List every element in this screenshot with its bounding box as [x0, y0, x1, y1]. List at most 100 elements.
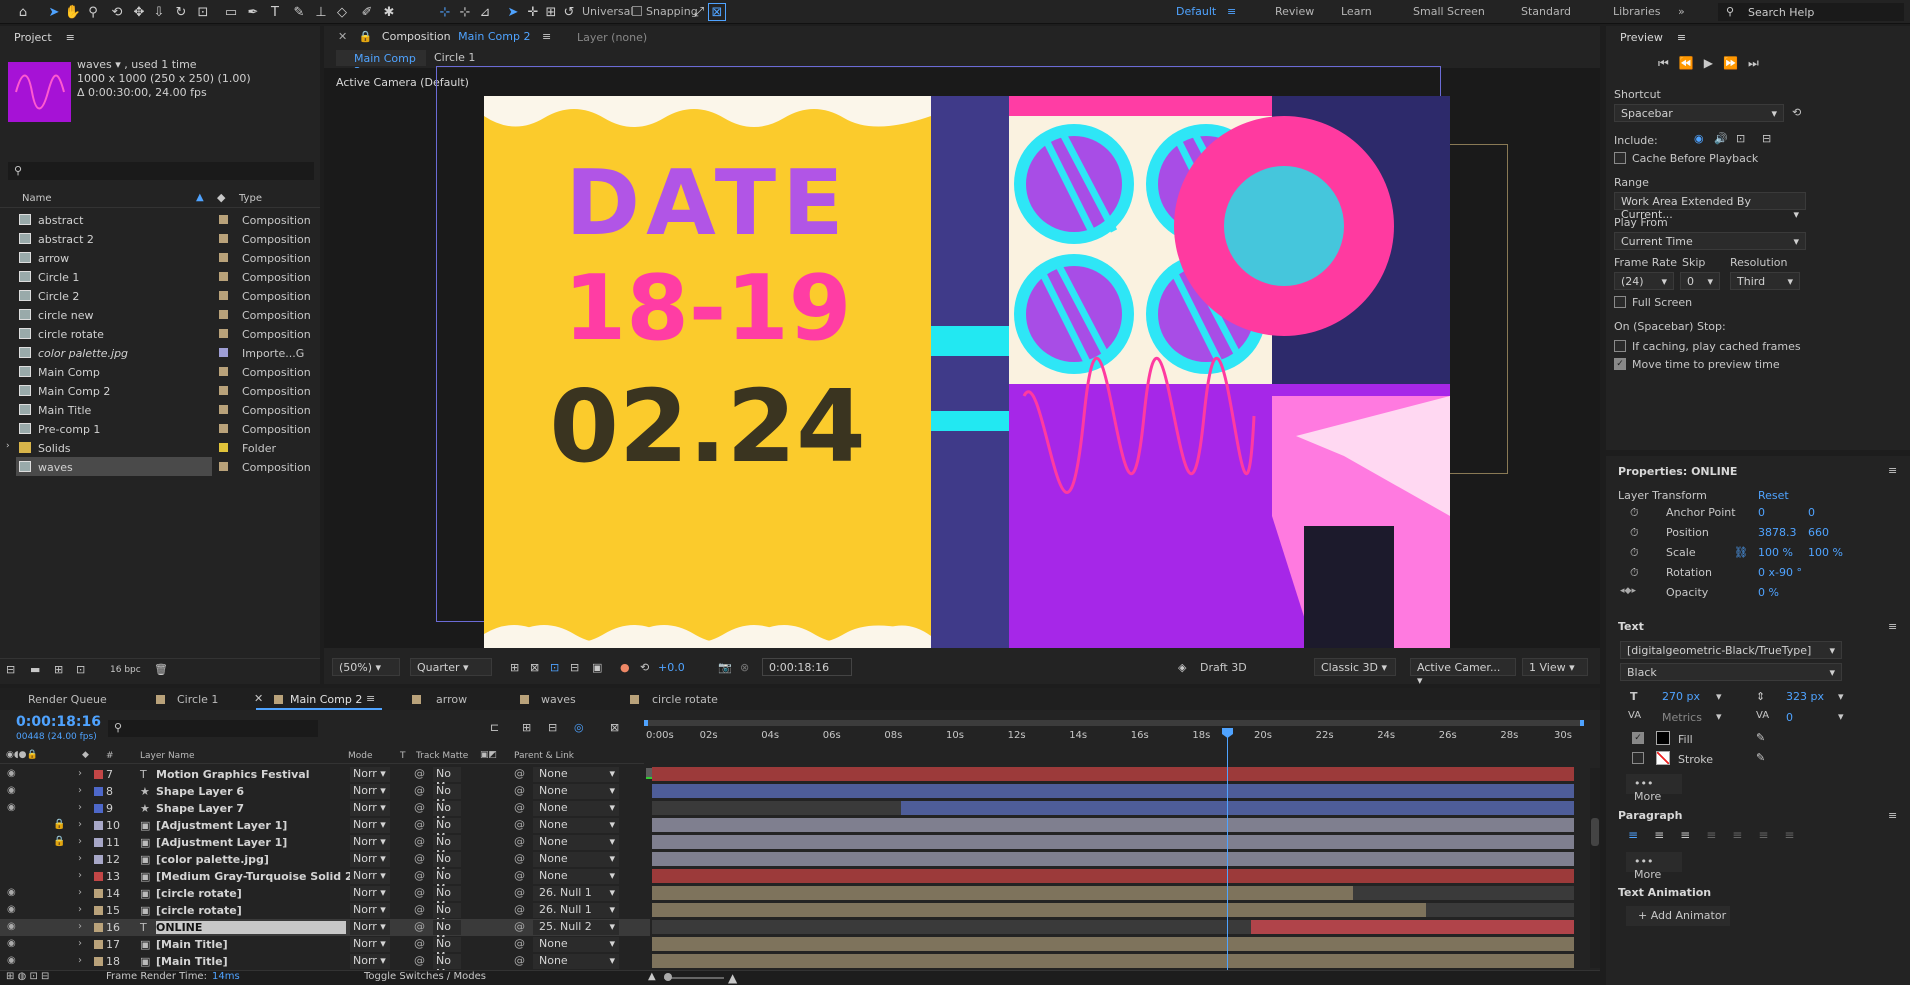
column-mode[interactable]: Mode [348, 751, 373, 761]
eraser-tool-icon[interactable]: ◇ [333, 3, 351, 21]
preserve-icon[interactable]: @ [414, 937, 425, 950]
dropdown-arrow-icon[interactable]: ▾ [1838, 710, 1844, 723]
fill-checkbox[interactable]: ✓ [1632, 732, 1644, 744]
zoom-in-icon[interactable]: ▲ [728, 971, 737, 985]
snap-icon[interactable]: ⤢ [690, 3, 708, 21]
pickwhip-icon[interactable]: @ [514, 920, 525, 933]
timeline-current-time[interactable]: 0:00:18:16 [16, 714, 101, 730]
eye-icon[interactable]: ◉ [7, 887, 16, 898]
workspace-review[interactable]: Review [1275, 5, 1314, 18]
layer-name[interactable]: ONLINE [156, 921, 346, 934]
stopwatch-icon[interactable]: ⏱ [1630, 506, 1639, 520]
preserve-icon[interactable]: @ [414, 869, 425, 882]
exposure-value[interactable]: +0.0 [658, 661, 685, 674]
av-features-icon[interactable]: ◉◖●🔒 [6, 750, 38, 760]
motion-blur-icon[interactable]: ◎ [574, 721, 584, 734]
playhead-line[interactable] [1227, 728, 1228, 971]
text-more-button[interactable]: ••• More [1626, 774, 1682, 803]
stroke-color-swatch[interactable] [1656, 751, 1670, 765]
bit-depth[interactable]: 16 bpc [110, 665, 141, 675]
zoom-tool-icon[interactable]: ⚲ [84, 3, 102, 21]
pan-camera-icon[interactable]: ✥ [130, 3, 148, 21]
composition-flowchart-icon[interactable]: ⊏ [490, 721, 499, 734]
project-search-input[interactable]: ⚲ [8, 162, 314, 180]
pickwhip-icon[interactable]: @ [514, 801, 525, 814]
track-matte-select[interactable]: No M [433, 903, 461, 929]
blend-mode-select[interactable]: Norr ▾ [350, 784, 390, 799]
track-matte-select[interactable]: No M [433, 818, 461, 844]
layer-row[interactable]: 🔒 › 11 ▣ [Adjustment Layer 1] Norr ▾ @ No M @ Non… [0, 834, 650, 861]
expand-icon[interactable]: › [6, 441, 10, 451]
label-swatch[interactable] [219, 253, 228, 262]
layer-duration-bar[interactable] [900, 801, 1574, 815]
track-matte-select[interactable]: No M [433, 852, 461, 878]
track-matte-select[interactable]: No M [433, 835, 461, 861]
anchor-y-value[interactable]: 0 [1808, 506, 1815, 519]
preserve-icon[interactable]: @ [414, 903, 425, 916]
lock-icon[interactable]: 🔒 [53, 819, 65, 830]
parent-select[interactable]: None ▾ [533, 954, 619, 969]
tab-circle-1[interactable]: Circle 1 [177, 693, 218, 706]
label-swatch[interactable] [219, 329, 228, 338]
column-name[interactable]: Name [22, 193, 52, 204]
renderer-select[interactable]: Classic 3D ▾ [1314, 658, 1396, 676]
snapshot-icon[interactable]: 📷 [718, 661, 732, 674]
magnification-select[interactable]: (50%) ▾ [332, 658, 400, 676]
kerning-value[interactable]: Metrics [1662, 711, 1702, 724]
expand-icon[interactable]: › [78, 853, 82, 864]
label-swatch[interactable] [219, 443, 228, 452]
pen-tool-icon[interactable]: ✒ [244, 3, 262, 21]
layer-duration-bar[interactable] [652, 767, 1574, 781]
stopwatch-icon[interactable]: ⏱ [1630, 566, 1639, 580]
include-audio-icon[interactable]: 🔊 [1714, 132, 1728, 145]
parent-select[interactable]: None ▾ [533, 869, 619, 884]
blend-mode-select[interactable]: Norr ▾ [350, 801, 390, 816]
world-axis-icon[interactable]: ⊹ [456, 3, 474, 21]
workspace-standard[interactable]: Standard [1521, 5, 1571, 18]
close-icon[interactable]: ✕ [254, 692, 263, 705]
expand-icon[interactable]: › [78, 785, 82, 796]
constrain-link-icon[interactable]: ⛓ [1734, 546, 1748, 559]
layer-row[interactable]: ◉ › 15 ▣ [circle rotate] Norr ▾ @ No M @26. Null… [0, 902, 650, 929]
zoom-out-icon[interactable]: ▲ [648, 971, 656, 982]
eyedropper-icon[interactable]: ✎ [1756, 751, 1765, 764]
draft-3d-icon[interactable]: ⊞ [522, 721, 531, 734]
last-frame-icon[interactable]: ⏭ [1748, 56, 1769, 70]
full-screen-checkbox[interactable] [1614, 296, 1626, 308]
justify-left-icon[interactable]: ≡ [1706, 828, 1732, 842]
first-frame-icon[interactable]: ⏮ [1658, 56, 1679, 70]
layer-duration-bar[interactable] [652, 937, 1574, 951]
expand-icon[interactable]: › [78, 768, 82, 779]
type-tool-icon[interactable]: T [266, 3, 284, 21]
label-swatch[interactable] [219, 386, 228, 395]
extend-icon[interactable]: ⊠ [708, 3, 726, 21]
expand-icon[interactable]: › [78, 938, 82, 949]
font-size-value[interactable]: 270 px [1662, 690, 1700, 703]
play-from-select[interactable]: Current Time ▾ [1614, 232, 1806, 250]
project-item[interactable]: Main Title Composition [16, 400, 316, 419]
eye-icon[interactable]: ◉ [7, 802, 16, 813]
track-matte-select[interactable]: No M [433, 920, 461, 946]
workspace-default[interactable]: Default [1176, 5, 1216, 18]
dolly-camera-icon[interactable]: ⇩ [150, 3, 168, 21]
label-swatch[interactable] [219, 367, 228, 376]
new-composition-icon[interactable]: ⊞ [54, 663, 63, 676]
layer-duration-bar[interactable] [652, 886, 1353, 900]
panel-menu-icon[interactable]: ≡ [366, 692, 375, 705]
toggle-switches-modes[interactable]: Toggle Switches / Modes [364, 971, 486, 982]
justify-right-icon[interactable]: ≡ [1758, 828, 1784, 842]
layer-tab[interactable]: Layer (none) [577, 31, 647, 44]
justify-all-icon[interactable]: ≡ [1784, 828, 1810, 842]
project-item[interactable]: circle new Composition [16, 305, 316, 324]
frame-rate-select[interactable]: (24) ▾ [1614, 272, 1674, 290]
view-layout-select[interactable]: 1 View ▾ [1522, 658, 1588, 676]
switch-icons[interactable]: ▣◩ [480, 750, 497, 760]
parent-select[interactable]: None ▾ [533, 835, 619, 850]
track-matte-select[interactable]: No M [433, 784, 461, 810]
project-title[interactable]: Project [14, 31, 52, 44]
scale-y-value[interactable]: 100 % [1808, 546, 1843, 559]
preserve-icon[interactable]: @ [414, 818, 425, 831]
lock-icon[interactable]: 🔒 [359, 30, 373, 43]
track-matte-select[interactable]: No M [433, 801, 461, 827]
blend-mode-select[interactable]: Norr ▾ [350, 954, 390, 969]
